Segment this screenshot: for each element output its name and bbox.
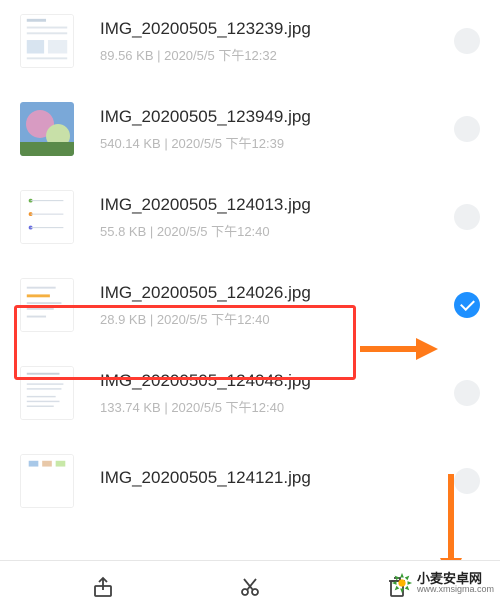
selection-circle[interactable] (454, 380, 480, 406)
file-date: 2020/5/5 下午12:40 (171, 400, 284, 415)
file-subtext: 133.74 KB | 2020/5/5 下午12:40 (100, 397, 444, 416)
file-thumbnail (20, 102, 74, 156)
file-row[interactable]: IMG_20200505_124121.jpg (0, 444, 500, 532)
file-subtext: 55.8 KB | 2020/5/5 下午12:40 (100, 221, 444, 240)
file-size: 540.14 KB (100, 136, 161, 151)
file-thumbnail (20, 366, 74, 420)
meta-separator: | (146, 224, 157, 239)
file-size: 55.8 KB (100, 224, 146, 239)
file-thumbnail (20, 278, 74, 332)
watermark: 小麦安卓网 www.xmsigma.com (391, 572, 494, 594)
selection-checked-icon[interactable] (454, 292, 480, 318)
file-row[interactable]: IMG_20200505_124048.jpg 133.74 KB | 2020/… (0, 356, 500, 444)
file-subtext: 28.9 KB | 2020/5/5 下午12:40 (100, 309, 444, 328)
selection-circle[interactable] (454, 28, 480, 54)
file-meta: IMG_20200505_124013.jpg 55.8 KB | 2020/5/… (100, 195, 444, 240)
file-name: IMG_20200505_124026.jpg (100, 283, 444, 303)
meta-separator: | (154, 48, 165, 63)
file-row[interactable]: IMG_20200505_124013.jpg 55.8 KB | 2020/5/… (0, 180, 500, 268)
cut-button[interactable] (237, 574, 263, 600)
file-thumbnail (20, 454, 74, 508)
file-date: 2020/5/5 下午12:32 (164, 48, 277, 63)
share-button[interactable] (90, 574, 116, 600)
selection-circle[interactable] (454, 204, 480, 230)
file-date: 2020/5/5 下午12:40 (157, 312, 270, 327)
file-meta: IMG_20200505_124121.jpg (100, 468, 444, 494)
file-thumbnail (20, 190, 74, 244)
file-name: IMG_20200505_123239.jpg (100, 19, 444, 39)
file-name: IMG_20200505_124013.jpg (100, 195, 444, 215)
file-subtext: 89.56 KB | 2020/5/5 下午12:32 (100, 45, 444, 64)
meta-separator: | (161, 400, 172, 415)
file-meta: IMG_20200505_124048.jpg 133.74 KB | 2020/… (100, 371, 444, 416)
file-row[interactable]: IMG_20200505_123949.jpg 540.14 KB | 2020/… (0, 92, 500, 180)
file-date: 2020/5/5 下午12:40 (157, 224, 270, 239)
file-size: 133.74 KB (100, 400, 161, 415)
file-subtext: 540.14 KB | 2020/5/5 下午12:39 (100, 133, 444, 152)
file-name: IMG_20200505_124048.jpg (100, 371, 444, 391)
file-size: 28.9 KB (100, 312, 146, 327)
selection-circle[interactable] (454, 116, 480, 142)
file-date: 2020/5/5 下午12:39 (171, 136, 284, 151)
file-name: IMG_20200505_124121.jpg (100, 468, 444, 488)
file-meta: IMG_20200505_123949.jpg 540.14 KB | 2020/… (100, 107, 444, 152)
file-row[interactable]: IMG_20200505_123239.jpg 89.56 KB | 2020/5… (0, 4, 500, 92)
file-meta: IMG_20200505_124026.jpg 28.9 KB | 2020/5/… (100, 283, 444, 328)
file-list: IMG_20200505_123239.jpg 89.56 KB | 2020/5… (0, 0, 500, 532)
file-row[interactable]: IMG_20200505_124026.jpg 28.9 KB | 2020/5/… (0, 268, 500, 356)
selection-circle[interactable] (454, 468, 480, 494)
watermark-logo-icon (391, 572, 413, 594)
file-size: 89.56 KB (100, 48, 154, 63)
file-meta: IMG_20200505_123239.jpg 89.56 KB | 2020/5… (100, 19, 444, 64)
watermark-url: www.xmsigma.com (417, 585, 494, 594)
meta-separator: | (146, 312, 157, 327)
meta-separator: | (161, 136, 172, 151)
file-thumbnail (20, 14, 74, 68)
file-name: IMG_20200505_123949.jpg (100, 107, 444, 127)
